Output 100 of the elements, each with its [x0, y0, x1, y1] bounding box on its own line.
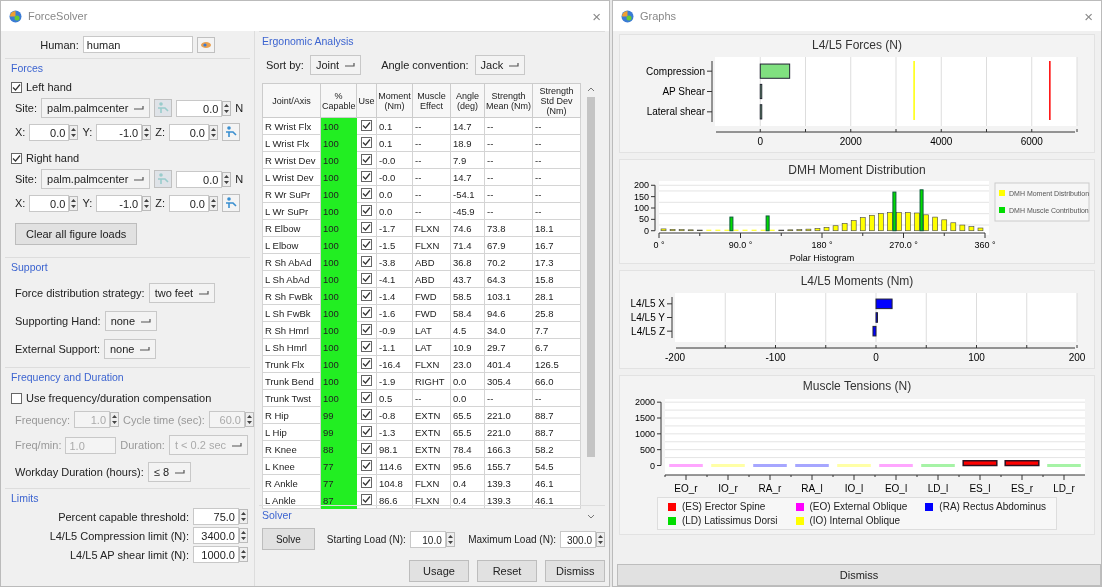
- table-cell: -0.9: [376, 321, 413, 339]
- table-cell: 0.4: [450, 474, 485, 492]
- close-icon[interactable]: ×: [592, 7, 601, 25]
- column-header[interactable]: Angle (deg): [450, 83, 485, 118]
- number-field[interactable]: 10.0: [409, 530, 446, 548]
- table-cell: 78.4: [450, 440, 485, 458]
- number-field[interactable]: 0.0: [176, 170, 223, 188]
- field-label: Percent capable threshold:: [58, 510, 189, 523]
- tick-label: 360 °: [974, 240, 996, 250]
- table-cell: 43.7: [450, 270, 485, 288]
- field-label: L4/L5 Compression limit (N):: [49, 529, 189, 542]
- table-cell: 67.9: [484, 236, 533, 254]
- table-cell: --: [532, 134, 581, 152]
- table-cell: 221.0: [484, 406, 533, 424]
- dialog-button[interactable]: Dismiss: [545, 560, 605, 582]
- group-title: Ergonomic Analysis: [262, 34, 355, 49]
- number-field[interactable]: 3400.0: [193, 527, 239, 544]
- table-cell: -0.8: [376, 406, 413, 424]
- table-cell: FLXN: [412, 491, 451, 509]
- table-cell: L Elbow: [262, 236, 321, 254]
- solve-button[interactable]: Solve: [262, 528, 315, 550]
- number-field[interactable]: 0.0: [176, 99, 223, 117]
- table-cell: R Sh AbAd: [262, 253, 321, 271]
- column-header[interactable]: Strength Mean (Nm): [484, 83, 533, 118]
- dropdown[interactable]: Jack: [474, 55, 526, 75]
- column-header[interactable]: Moment (Nm): [376, 83, 413, 118]
- table-cell: 46.1: [532, 491, 581, 509]
- number-field[interactable]: 300.0: [560, 530, 596, 548]
- column-header[interactable]: Joint/Axis: [262, 83, 321, 118]
- table-cell: -0.0: [376, 168, 413, 186]
- table-cell: R Knee: [262, 440, 321, 458]
- table-cell: 401.4: [484, 355, 533, 373]
- table-cell: FLXN: [412, 355, 451, 373]
- tick-label: 100: [968, 352, 985, 363]
- tick-label: -100: [765, 352, 786, 363]
- table-cell: Trunk Twst: [262, 389, 321, 407]
- tick-label: 100: [633, 203, 649, 213]
- column-header[interactable]: % Capable: [320, 83, 357, 118]
- field-label: Angle convention:: [381, 59, 469, 71]
- category-label: Lateral shear: [646, 106, 705, 118]
- dropdown[interactable]: palm.palmcenter: [41, 98, 151, 118]
- table-cell: 88.7: [532, 406, 581, 424]
- group-title: Support: [11, 260, 49, 275]
- number-field[interactable]: -1.0: [96, 123, 143, 141]
- number-field[interactable]: -1.0: [96, 194, 143, 212]
- table-cell: 65.5: [450, 423, 485, 441]
- field-label: Human:: [40, 38, 79, 51]
- table-cell: RIGHT: [412, 372, 451, 390]
- dismiss-button[interactable]: Dismiss: [617, 564, 1101, 586]
- field-label: Y:: [82, 197, 93, 209]
- dropdown[interactable]: Joint: [309, 55, 362, 75]
- table-cell: --: [412, 117, 451, 135]
- category-label: L4/L5 X: [630, 298, 665, 310]
- category-label: IO_l: [844, 483, 864, 494]
- field-label: Frequency:: [15, 413, 71, 426]
- dropdown[interactable]: palm.palmcenter: [41, 169, 151, 189]
- number-field[interactable]: 0.0: [29, 123, 70, 141]
- table-cell: L Sh AbAd: [262, 270, 321, 288]
- dialog-button[interactable]: Usage: [409, 560, 469, 582]
- legend-label: (EO) External Oblique: [809, 501, 908, 512]
- dropdown[interactable]: two feet: [148, 283, 216, 303]
- number-field[interactable]: 0.0: [29, 194, 70, 212]
- table-cell: 15.8: [532, 270, 581, 288]
- column-header[interactable]: Strength Std Dev (Nm): [532, 83, 581, 118]
- clear-loads-button[interactable]: Clear all figure loads: [15, 223, 138, 245]
- table-cell: FLXN: [412, 219, 451, 237]
- table-cell: 66.0: [532, 372, 581, 390]
- table-cell: L Hip: [262, 423, 321, 441]
- column-header[interactable]: Muscle Effect: [412, 83, 451, 118]
- table-cell: --: [484, 202, 533, 220]
- table-cell: LAT: [412, 321, 451, 339]
- field-label: X:: [15, 126, 26, 138]
- dropdown[interactable]: none: [104, 311, 158, 331]
- tick-label: 0: [644, 225, 649, 236]
- close-icon[interactable]: ×: [1084, 7, 1093, 25]
- column-header[interactable]: Use: [356, 83, 377, 118]
- group-title: Forces: [11, 61, 45, 76]
- legend-label: (ES) Erector Spine: [681, 501, 766, 512]
- table-cell: --: [484, 389, 533, 407]
- tick-label: 180 °: [811, 240, 833, 250]
- table-cell: EXTN: [412, 440, 451, 458]
- number-field[interactable]: 1000.0: [193, 546, 239, 563]
- legend-label: (IO) Internal Oblique: [809, 515, 901, 526]
- number-field[interactable]: 0.0: [169, 194, 209, 212]
- table-cell: --: [484, 117, 533, 135]
- tick-label: 500: [639, 444, 655, 455]
- table-cell: 23.0: [450, 355, 485, 373]
- table-cell: 0.4: [450, 491, 485, 509]
- table-cell: --: [484, 185, 533, 203]
- table-cell: 74.6: [450, 219, 485, 237]
- tick-label: 200: [633, 180, 649, 191]
- table-cell: R Wr SuPr: [262, 185, 321, 203]
- number-field[interactable]: 0.0: [169, 123, 209, 141]
- text-field[interactable]: human: [82, 36, 193, 53]
- table-cell: EXTN: [412, 423, 451, 441]
- dialog-button[interactable]: Reset: [477, 560, 537, 582]
- dropdown[interactable]: ≤ 8: [147, 462, 191, 482]
- number-field[interactable]: 75.0: [193, 508, 239, 525]
- table-cell: --: [484, 134, 533, 152]
- dropdown[interactable]: none: [104, 339, 157, 359]
